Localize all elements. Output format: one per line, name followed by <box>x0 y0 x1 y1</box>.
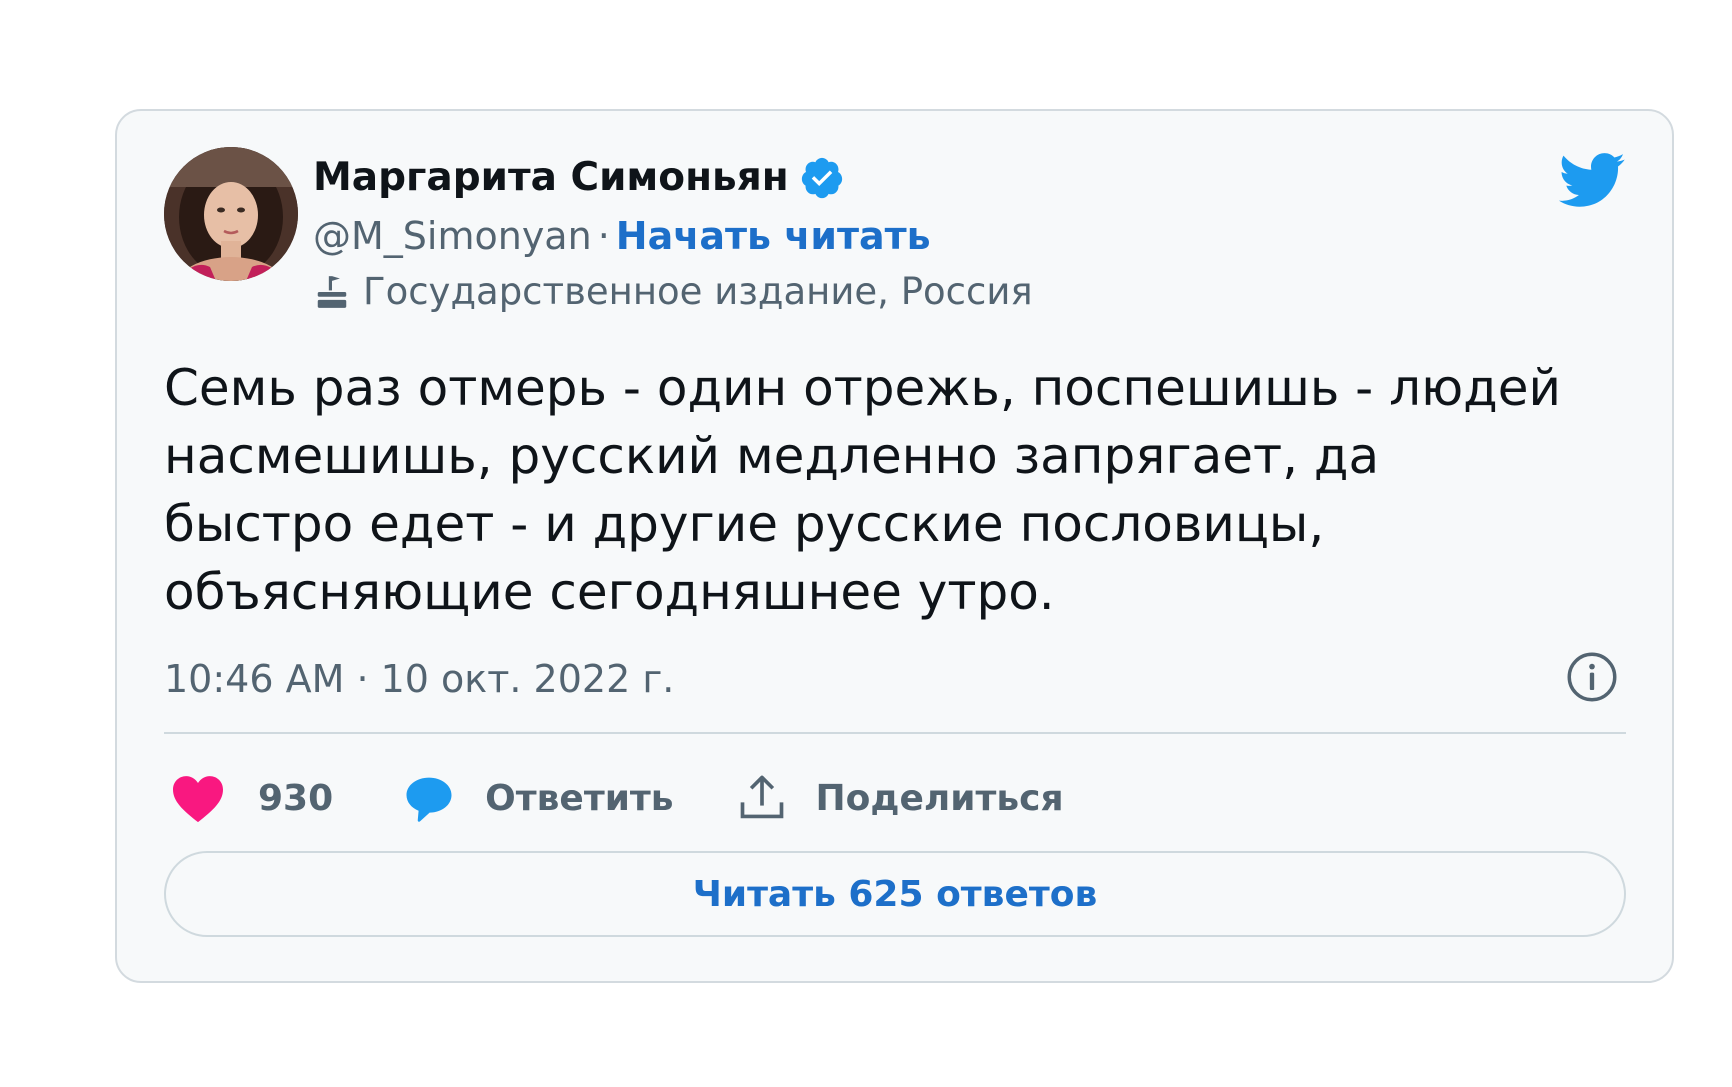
handle-row: @M_Simonyan · Начать читать <box>313 211 931 261</box>
avatar-image <box>164 147 298 281</box>
verified-badge-icon <box>801 157 842 199</box>
author-name-row: Маргарита Симоньян <box>313 153 845 203</box>
tweet-timestamp[interactable]: 10:46 AM · 10 окт. 2022 г. <box>164 651 674 707</box>
like-action[interactable]: 930 <box>164 773 333 823</box>
share-action[interactable]: Поделиться <box>736 772 1064 824</box>
government-label-icon <box>317 276 347 308</box>
reply-action[interactable]: Ответить <box>403 773 674 823</box>
author-name[interactable]: Маргарита Симоньян <box>313 153 789 203</box>
divider <box>164 732 1626 734</box>
author-handle[interactable]: @M_Simonyan <box>313 214 592 258</box>
account-label-row: Государственное издание, Россия <box>313 267 1033 317</box>
tweet-card: Маргарита Симоньян @M_Simonyan · Начать чи… <box>115 109 1674 983</box>
speech-bubble-icon[interactable] <box>403 773 455 823</box>
separator-dot: · <box>597 214 610 258</box>
share-upload-icon[interactable] <box>736 772 788 824</box>
info-icon[interactable] <box>1566 651 1618 703</box>
avatar[interactable] <box>164 147 298 281</box>
like-count: 930 <box>258 777 334 819</box>
account-label[interactable]: Государственное издание, Россия <box>363 267 1033 317</box>
twitter-bird-icon[interactable] <box>1556 151 1626 209</box>
read-replies-button[interactable]: Читать 625 ответов <box>164 851 1626 937</box>
action-bar: 930 Ответить Поделиться <box>164 761 1064 835</box>
tweet-text: Семь раз отмерь - один отрежь, поспешишь… <box>164 359 1561 621</box>
follow-link[interactable]: Начать читать <box>616 214 931 258</box>
read-replies-label: Читать 625 ответов <box>692 873 1098 915</box>
share-label: Поделиться <box>815 777 1064 819</box>
reply-label: Ответить <box>485 777 674 819</box>
heart-icon[interactable] <box>170 773 226 823</box>
